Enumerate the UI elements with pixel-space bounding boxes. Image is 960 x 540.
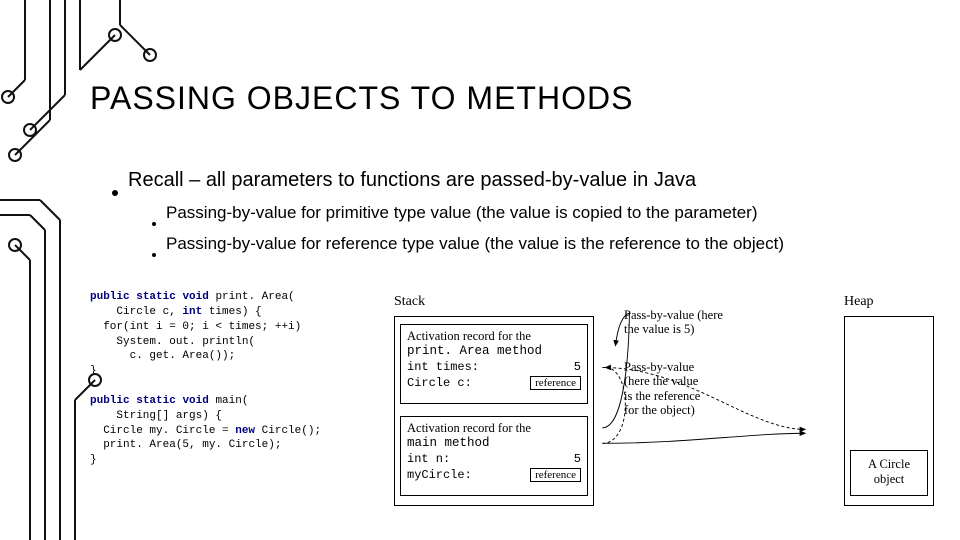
reference-box: reference [530, 376, 581, 390]
times-value: 5 [574, 360, 581, 374]
activation-record-main: Activation record for the main method in… [400, 416, 588, 496]
note-pass-by-value-ref: Pass-by-value(here the valueis the refer… [624, 360, 700, 418]
stack-label: Stack [394, 294, 425, 310]
bullet-dot [152, 253, 156, 257]
activation-record-printarea: Activation record for the print. Area me… [400, 324, 588, 404]
bullet-sub-1-text: Passing-by-value for primitive type valu… [166, 202, 758, 225]
code-block: public static void print. Area( Circle c… [90, 290, 390, 468]
heap-label: Heap [844, 294, 874, 310]
bullet-sub-2: Passing-by-value for reference type valu… [152, 233, 940, 256]
memory-diagram: Stack Heap Activation record for the pri… [394, 290, 950, 468]
slide-title: PASSING OBJECTS TO METHODS [90, 80, 940, 117]
bullet-sub-1: Passing-by-value for primitive type valu… [152, 202, 940, 225]
note-pass-by-value-5: Pass-by-value (herethe value is 5) [624, 308, 723, 337]
circle-object-box: A Circle object [850, 450, 928, 496]
reference-box: reference [530, 468, 581, 482]
n-value: 5 [574, 452, 581, 466]
bullet-sub-2-text: Passing-by-value for reference type valu… [166, 233, 784, 256]
bullet-dot [152, 222, 156, 226]
bullet-main-text: Recall – all parameters to functions are… [128, 167, 696, 194]
bullet-main: Recall – all parameters to functions are… [112, 167, 940, 194]
bullet-dot [112, 190, 118, 196]
